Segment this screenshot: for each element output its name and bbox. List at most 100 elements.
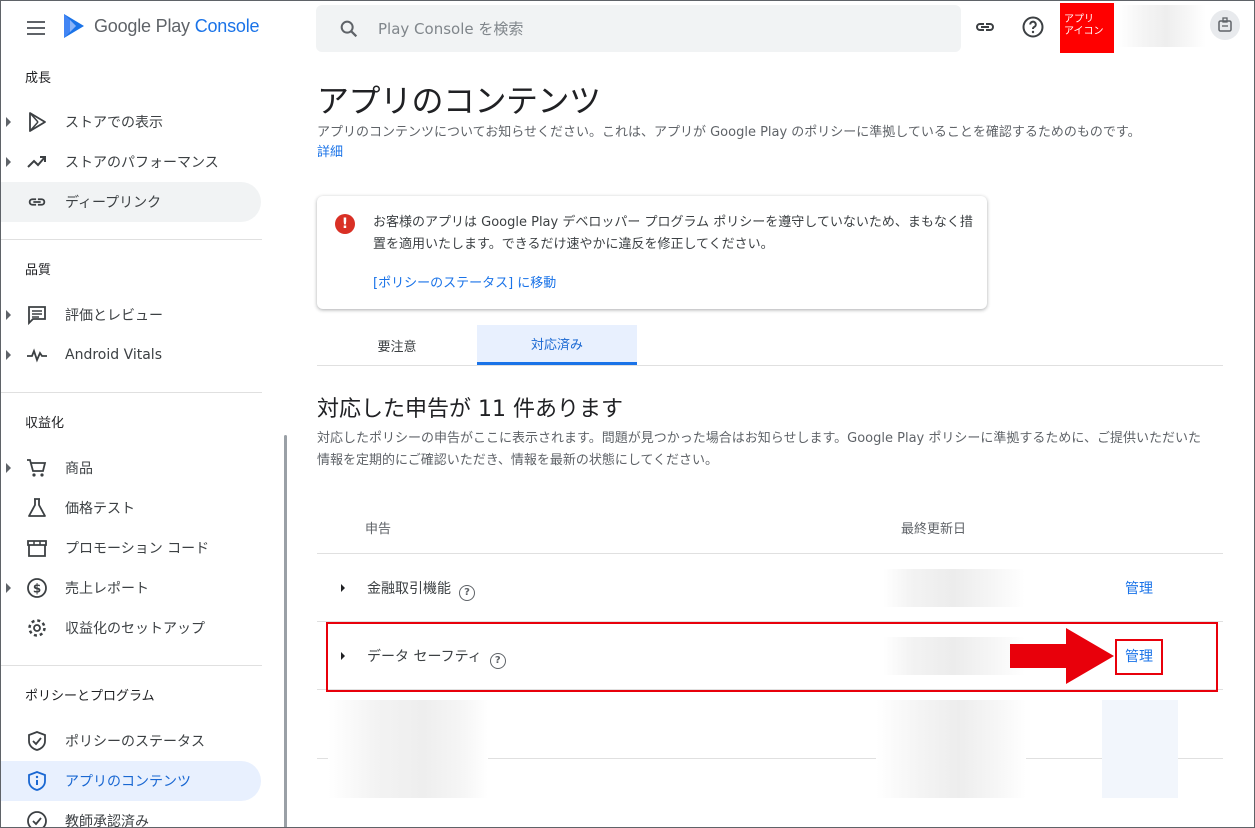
sidebar-item-label: 収益化のセットアップ	[65, 621, 205, 637]
tabs: 要注意 対応済み	[317, 325, 1223, 366]
sidebar-item-store-presence[interactable]: ストアでの表示	[0, 102, 261, 142]
alert-message: お客様のアプリは Google Play デベロッパー プログラム ポリシーを遵…	[373, 215, 973, 252]
account-icon[interactable]	[1210, 10, 1240, 40]
sidebar-item-app-content[interactable]: アプリのコンテンツ	[0, 761, 261, 801]
sidebar-item-policy-status[interactable]: ポリシーのステータス	[0, 721, 261, 761]
search-input[interactable]	[378, 19, 898, 38]
manage-link[interactable]: 管理	[1125, 578, 1153, 598]
top-bar: Google Play Console アプリ アイコン	[0, 0, 1255, 56]
search-bar[interactable]	[316, 5, 961, 52]
shield-info-icon	[25, 769, 49, 793]
help-icon[interactable]	[1020, 14, 1046, 40]
cart-icon	[25, 456, 49, 480]
blurred-row-content	[328, 700, 488, 798]
row-label: 金融取引機能?	[367, 578, 475, 601]
sidebar-item-store-performance[interactable]: ストアのパフォーマンス	[0, 142, 261, 182]
sidebar-item-label: ストアでの表示	[65, 115, 163, 131]
section-monetize: 収益化	[25, 416, 65, 431]
sidebar-item-ratings-reviews[interactable]: 評価とレビュー	[0, 295, 261, 335]
app-icon-label-1: アプリ	[1064, 14, 1094, 25]
column-header-declaration: 申告	[365, 522, 392, 537]
sidebar-item-financial-reports[interactable]: $ 売上レポート	[0, 568, 261, 608]
shield-check-icon	[25, 729, 49, 753]
section-count: 11	[478, 397, 506, 422]
sidebar-scrollbar[interactable]	[284, 435, 287, 828]
sidebar-item-deep-links[interactable]: ディープリンク	[0, 182, 261, 222]
app-icon[interactable]: アプリ アイコン	[1060, 3, 1114, 53]
sidebar-item-products[interactable]: 商品	[0, 448, 261, 488]
sidebar-item-label: 売上レポート	[65, 581, 149, 597]
tab-needs-attention[interactable]: 要注意	[317, 325, 477, 365]
expand-row-icon[interactable]	[341, 652, 345, 660]
divider	[0, 239, 262, 240]
expand-caret-icon[interactable]	[6, 157, 11, 167]
row-label-text: 金融取引機能	[367, 581, 451, 597]
table-row: データ セーフティ? 管理	[317, 623, 1223, 689]
details-link[interactable]: 詳細	[317, 145, 343, 160]
tab-actioned[interactable]: 対応済み	[477, 325, 637, 365]
sidebar-item-label: ポリシーのステータス	[65, 734, 205, 750]
svg-text:$: $	[33, 582, 41, 596]
review-icon	[25, 303, 49, 327]
gear-icon	[25, 616, 49, 640]
sidebar-item-android-vitals[interactable]: Android Vitals	[0, 335, 261, 375]
page-description: アプリのコンテンツについてお知らせください。これは、アプリが Google Pl…	[317, 123, 1227, 163]
blurred-row-content	[1102, 700, 1178, 798]
dollar-circle-icon: $	[25, 576, 49, 600]
go-to-policy-status-link[interactable]: [ポリシーのステータス] に移動	[373, 272, 556, 291]
sidebar-item-teacher-approved[interactable]: 教師承認済み	[0, 801, 261, 828]
section-policy: ポリシーとプログラム	[25, 689, 155, 704]
vitals-icon	[25, 343, 49, 367]
sidebar-item-price-experiments[interactable]: 価格テスト	[0, 488, 261, 528]
sidebar-item-label: 教師承認済み	[65, 814, 149, 828]
expand-caret-icon[interactable]	[6, 350, 11, 360]
table-divider	[317, 689, 1223, 690]
sidebar-item-label: 商品	[65, 461, 93, 477]
logo-text: Google Play Console	[94, 15, 260, 36]
section-title-suffix: 件あります	[506, 397, 623, 422]
sidebar-item-label: ディープリンク	[65, 195, 162, 211]
search-icon	[340, 20, 358, 37]
expand-caret-icon[interactable]	[6, 310, 11, 320]
section-growth: 成長	[25, 71, 52, 86]
help-icon[interactable]: ?	[489, 653, 506, 669]
blurred-date	[883, 637, 1025, 675]
sidebar-item-label: プロモーション コード	[65, 541, 210, 557]
menu-icon[interactable]	[24, 16, 48, 40]
sidebar-item-label: Android Vitals	[65, 347, 162, 363]
sidebar-item-label: 価格テスト	[65, 501, 135, 517]
expand-caret-icon[interactable]	[6, 117, 11, 127]
storefront-icon	[25, 536, 49, 560]
sidebar-item-label: ストアのパフォーマンス	[65, 155, 219, 171]
sidebar: 成長 ストアでの表示 ストアのパフォーマンス ディープリンク 品質 評価とレビュ…	[0, 56, 262, 828]
flask-icon	[25, 496, 49, 520]
check-badge-icon	[25, 809, 49, 828]
column-header-last-updated: 最終更新日	[901, 522, 967, 537]
row-label-text: データ セーフティ	[367, 649, 482, 665]
table-divider	[317, 553, 1223, 554]
table-divider	[317, 621, 1223, 622]
sidebar-item-promo-codes[interactable]: プロモーション コード	[0, 528, 261, 568]
row-label: データ セーフティ?	[367, 646, 506, 669]
link-icon	[25, 190, 49, 214]
link-icon[interactable]	[972, 14, 998, 40]
sidebar-item-monetization-setup[interactable]: 収益化のセットアップ	[0, 608, 261, 648]
section-description: 対応したポリシーの申告がここに表示されます。問題が見つかった場合はお知らせします…	[317, 431, 1201, 468]
expand-caret-icon[interactable]	[6, 463, 11, 473]
help-icon[interactable]: ?	[459, 585, 475, 601]
blurred-row-content	[876, 700, 1026, 798]
section-title-prefix: 対応した申告が	[317, 397, 478, 422]
play-console-logo[interactable]: Google Play Console	[62, 12, 260, 40]
trending-up-icon	[25, 150, 49, 174]
blurred-app-name	[1118, 5, 1206, 47]
expand-caret-icon[interactable]	[6, 583, 11, 593]
table-row: 金融取引機能? 管理	[317, 555, 1223, 621]
manage-link[interactable]: 管理	[1125, 646, 1153, 666]
sidebar-item-label: 評価とレビュー	[65, 308, 163, 324]
section-title: 対応した申告が 11 件あります	[317, 391, 623, 423]
play-outline-icon	[25, 110, 49, 134]
expand-row-icon[interactable]	[341, 584, 345, 592]
page-title: アプリのコンテンツ	[317, 82, 601, 120]
policy-alert-card: ! お客様のアプリは Google Play デベロッパー プログラム ポリシー…	[317, 196, 987, 309]
section-quality: 品質	[25, 263, 52, 278]
